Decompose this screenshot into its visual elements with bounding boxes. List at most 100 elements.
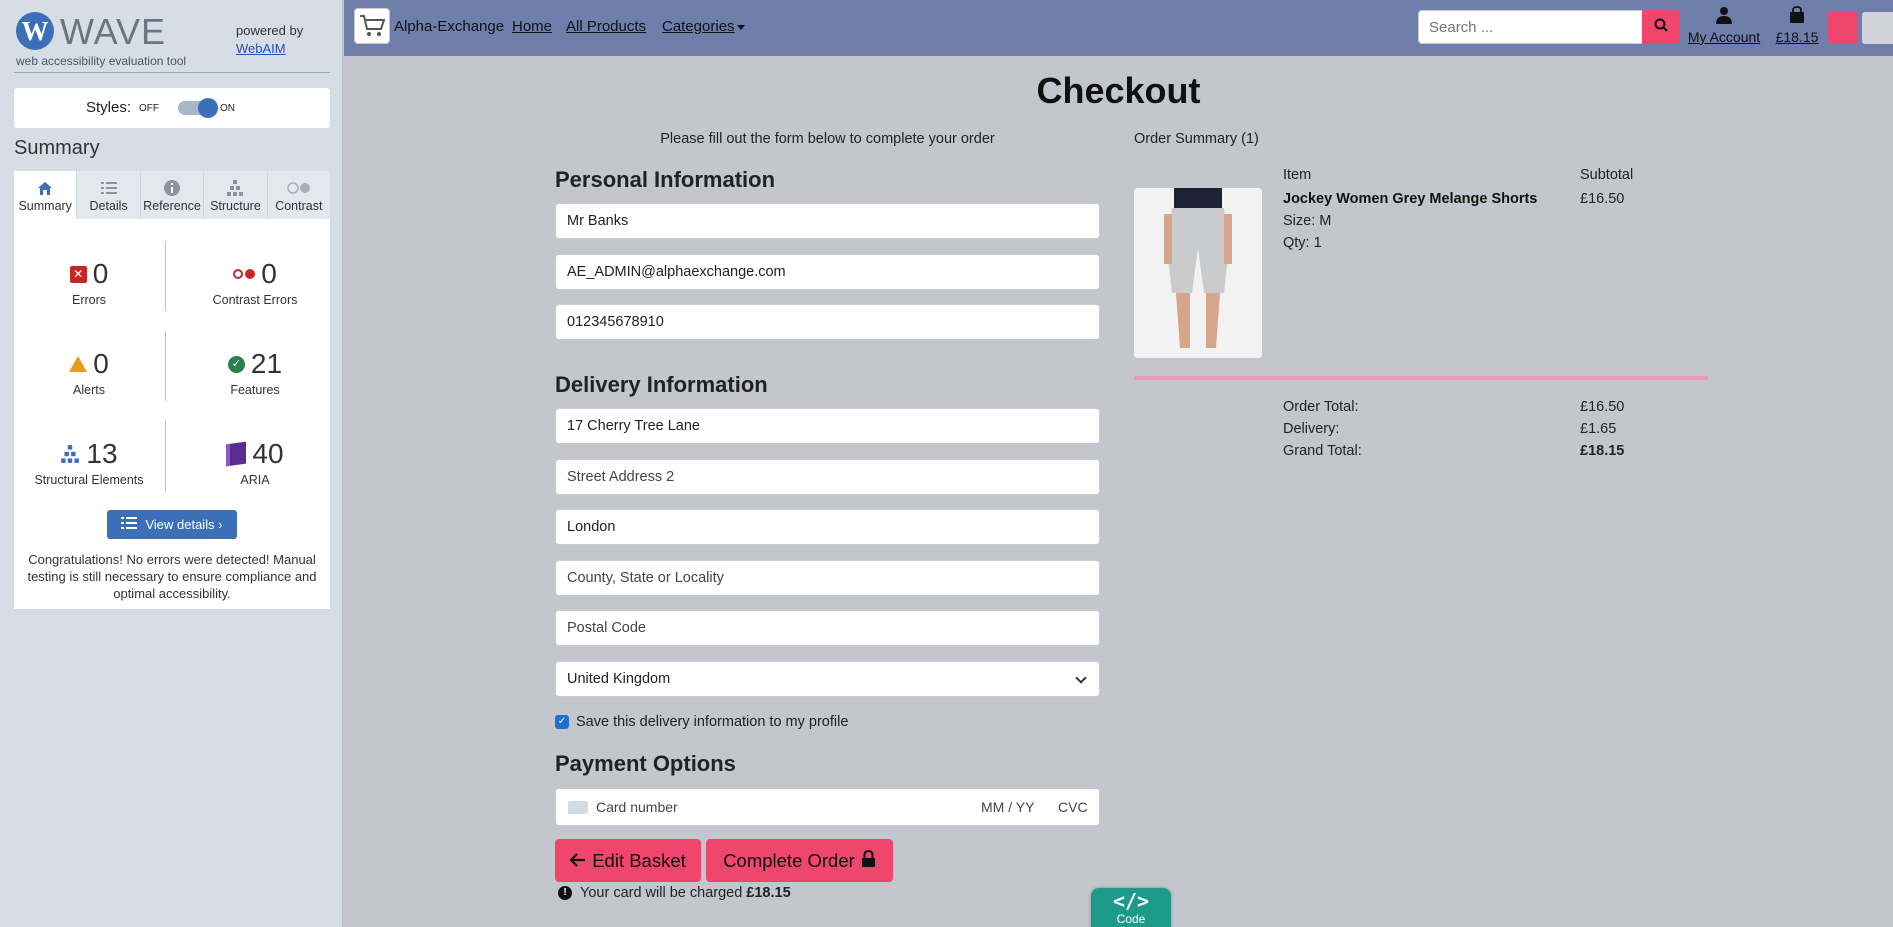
charge-text: Your card will be charged <box>580 885 743 901</box>
tab-contrast[interactable]: Contrast <box>268 171 330 219</box>
errors-label: Errors <box>71 293 107 307</box>
accent-button[interactable] <box>1828 12 1858 44</box>
page-title: Checkout <box>1036 70 1201 111</box>
charge-notice: ! Your card will be charged £18.15 <box>558 885 791 901</box>
contrast-errors-count: 0 <box>261 258 277 289</box>
product-subtotal: £16.50 <box>1580 191 1625 207</box>
styles-on-label: ON <box>220 103 235 114</box>
divider <box>165 241 166 311</box>
product-qty: Qty: 1 <box>1283 235 1322 251</box>
tab-contrast-label: Contrast <box>275 199 323 213</box>
product-image[interactable] <box>1134 188 1262 358</box>
nav-categories-dropdown[interactable]: Categories <box>662 18 745 35</box>
chevron-down-icon <box>1075 672 1087 684</box>
styles-toggle[interactable] <box>178 98 218 118</box>
aria-count: 40 <box>252 438 284 469</box>
structural-count: 13 <box>86 438 118 469</box>
product-size: Size: M <box>1283 213 1332 229</box>
alert-icon <box>69 356 88 372</box>
card-expiry-placeholder[interactable]: MM / YY <box>981 799 1034 815</box>
card-number-placeholder[interactable]: Card number <box>596 799 678 815</box>
save-info-label: Save this delivery information to my pro… <box>576 714 849 730</box>
postcode-field[interactable]: Postal Code <box>555 610 1100 646</box>
stat-features[interactable]: ✓ 21 Features <box>180 347 330 397</box>
code-tab-label: Code <box>1116 912 1146 926</box>
personal-info-heading: Personal Information <box>555 167 776 192</box>
structure-icon <box>204 177 266 199</box>
powered-by: powered by WebAIM <box>236 22 303 58</box>
wave-header: W WAVE web accessibility evaluation tool… <box>14 10 330 73</box>
nav-home-link[interactable]: Home <box>512 18 552 35</box>
stat-structural[interactable]: 13 Structural Elements <box>14 437 164 487</box>
list-icon <box>121 516 138 533</box>
nav-all-products-link[interactable]: All Products <box>566 18 646 35</box>
contrast-error-icon <box>233 269 256 279</box>
view-details-button[interactable]: View details › <box>107 510 237 539</box>
error-icon: ✕ <box>69 265 87 283</box>
search-button[interactable] <box>1642 10 1680 44</box>
top-navbar: Alpha-Exchange Home All Products Categor… <box>344 0 1893 56</box>
view-details-label: View details › <box>145 517 223 532</box>
grand-total-value: £18.15 <box>1580 443 1625 459</box>
shopping-cart-logo-icon[interactable] <box>354 8 390 44</box>
stat-contrast-errors[interactable]: 0 Contrast Errors <box>180 257 330 307</box>
structural-label: Structural Elements <box>34 473 144 487</box>
wave-tagline: web accessibility evaluation tool <box>16 54 187 68</box>
checkbox-checked-icon[interactable]: ✓ <box>555 715 569 729</box>
delivery-value: £1.65 <box>1580 421 1617 437</box>
country-select[interactable]: United Kingdom <box>555 661 1100 697</box>
tab-reference[interactable]: Reference <box>141 171 205 219</box>
product-name[interactable]: Jockey Women Grey Melange Shorts <box>1283 191 1537 207</box>
code-panel-tab[interactable]: </> Code <box>1091 888 1171 927</box>
edit-basket-button[interactable]: Edit Basket <box>555 839 701 882</box>
order-total-value: £16.50 <box>1580 399 1625 415</box>
webaim-link[interactable]: WebAIM <box>236 40 303 58</box>
phone-field[interactable]: 012345678910 <box>555 304 1100 340</box>
street-address-2-field[interactable]: Street Address 2 <box>555 459 1100 495</box>
complete-order-button[interactable]: Complete Order <box>706 839 893 882</box>
brand-name[interactable]: Alpha-Exchange <box>394 18 504 35</box>
toggle-button[interactable] <box>1862 12 1893 44</box>
powered-by-label: powered by <box>236 23 304 38</box>
tab-details[interactable]: Details <box>77 171 141 219</box>
tab-details-label: Details <box>89 199 128 213</box>
tab-structure[interactable]: Structure <box>204 171 268 219</box>
code-icon: </> <box>1112 889 1150 913</box>
cart-link[interactable]: £18.15 <box>1772 6 1822 45</box>
shopping-bag-icon <box>1789 6 1805 27</box>
tab-summary-label: Summary <box>18 199 72 213</box>
search-input[interactable] <box>1418 10 1643 44</box>
toggle-knob <box>198 98 218 118</box>
order-total-label: Order Total: <box>1283 399 1359 415</box>
contrast-icon <box>268 177 330 199</box>
alerts-count: 0 <box>93 348 109 379</box>
categories-label: Categories <box>662 18 735 35</box>
stat-errors[interactable]: ✕ 0 Errors <box>14 257 164 307</box>
full-name-field[interactable]: Mr Banks <box>555 203 1100 239</box>
street-address-1-field[interactable]: 17 Cherry Tree Lane <box>555 408 1100 444</box>
tab-summary[interactable]: Summary <box>14 171 78 219</box>
summary-panel: ✕ 0 Errors 0 Contrast Errors 0 Alerts ✓ 21… <box>14 219 330 609</box>
col-item-header: Item <box>1283 167 1312 183</box>
divider <box>165 331 166 401</box>
town-field[interactable]: London <box>555 509 1100 545</box>
wave-logo-text: WAVE <box>60 11 167 52</box>
stat-aria[interactable]: 40 ARIA <box>180 437 330 487</box>
form-intro: Please fill out the form below to comple… <box>660 131 995 147</box>
payment-heading: Payment Options <box>555 751 736 776</box>
save-info-checkbox[interactable]: ✓ Save this delivery information to my p… <box>555 714 848 730</box>
charge-amount: £18.15 <box>746 885 791 901</box>
tab-structure-label: Structure <box>210 199 261 213</box>
user-icon <box>1715 7 1733 27</box>
card-input[interactable]: Card number MM / YY CVC <box>555 788 1100 826</box>
email-field[interactable]: AE_ADMIN@alphaexchange.com <box>555 254 1100 290</box>
wave-tabs: Summary Details Reference Structure Cont… <box>14 171 330 219</box>
wave-logo-icon: W <box>16 12 54 50</box>
home-icon <box>14 177 76 199</box>
stat-alerts[interactable]: 0 Alerts <box>14 347 164 397</box>
styles-toggle-box: Styles: OFF ON <box>14 88 330 128</box>
card-cvc-placeholder[interactable]: CVC <box>1058 799 1088 815</box>
congrats-message: Congratulations! No errors were detected… <box>27 552 317 601</box>
county-field[interactable]: County, State or Locality <box>555 560 1100 596</box>
my-account-link[interactable]: My Account <box>1682 6 1766 45</box>
